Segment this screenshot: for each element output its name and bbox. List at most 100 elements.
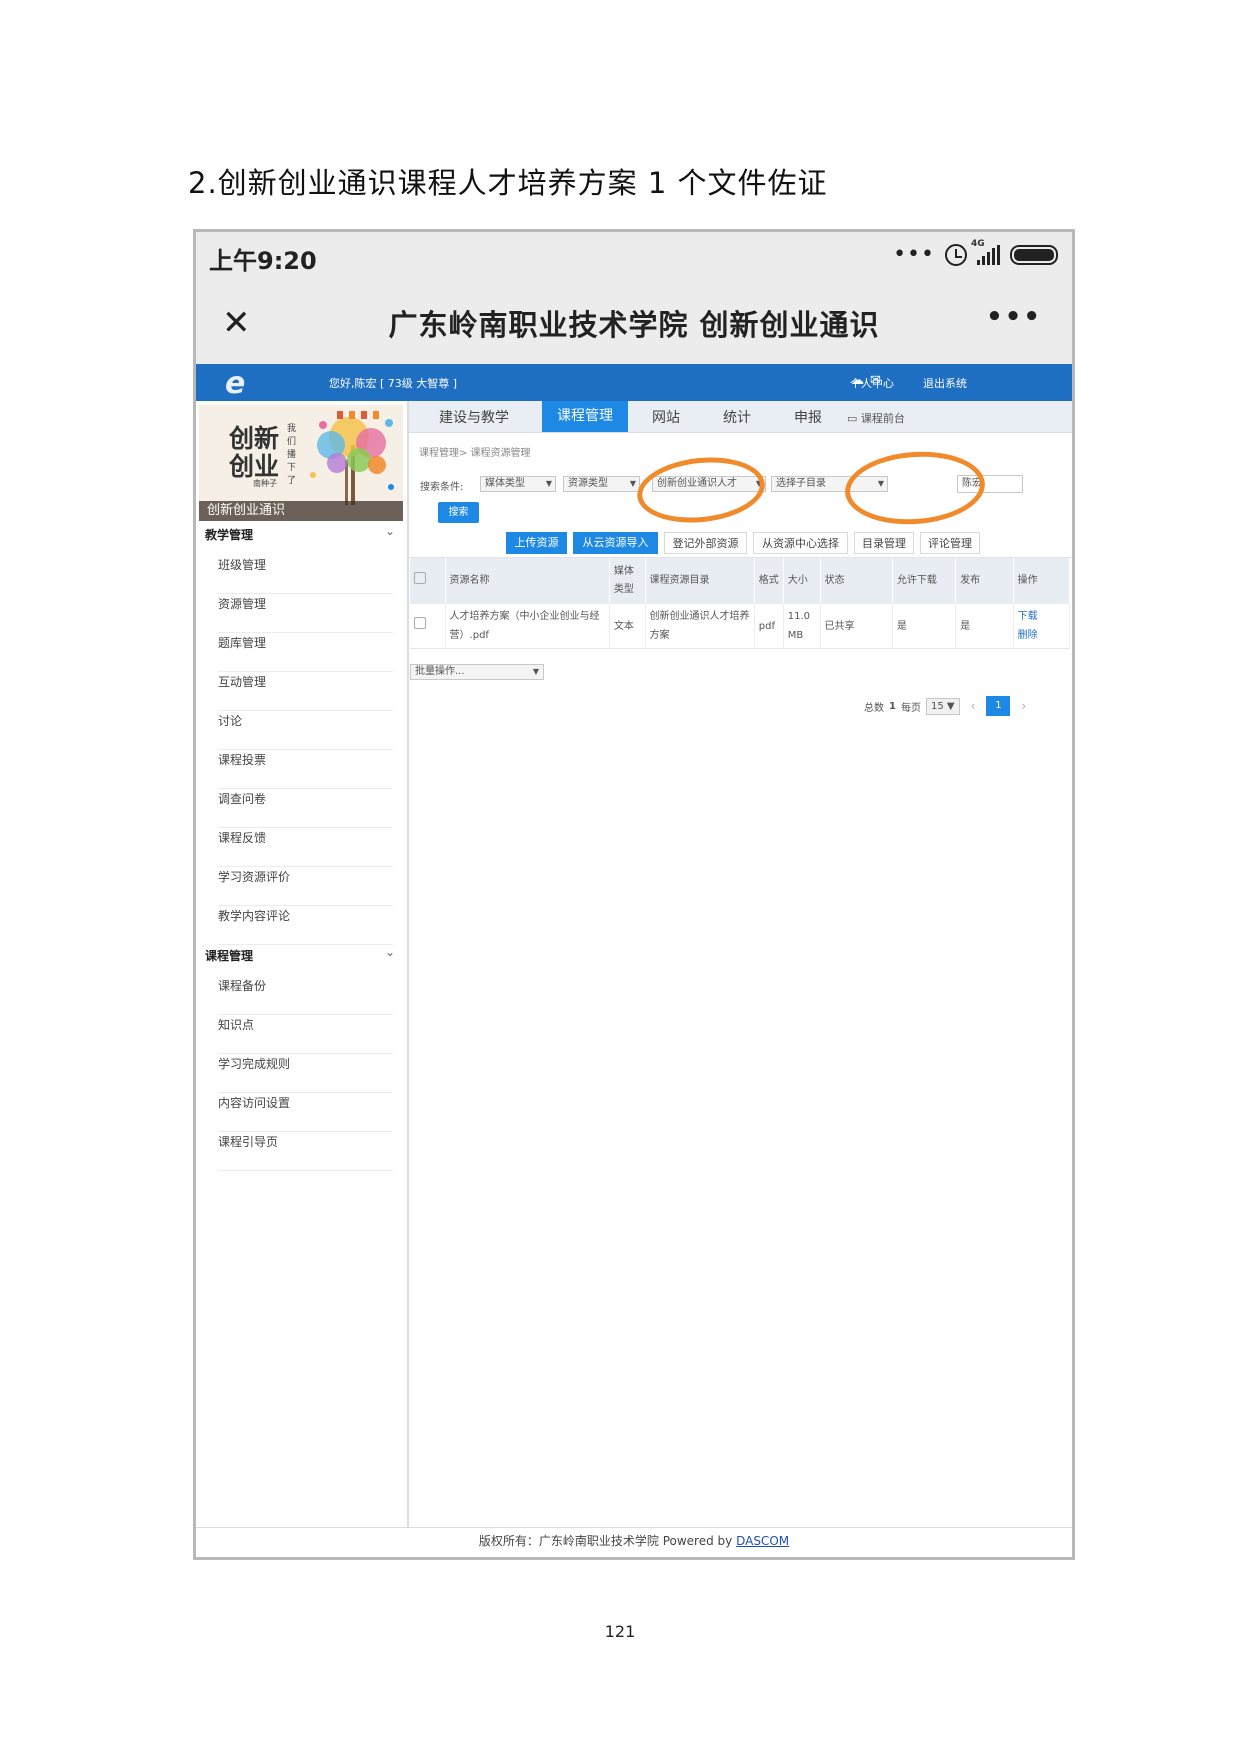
chevron-down-icon[interactable]: ⌄ [385,524,395,538]
search-button[interactable]: 搜索 [438,502,479,523]
sidebar-item-survey[interactable]: 调查问卷 [218,789,393,828]
tab-website[interactable]: 网站 [652,407,680,427]
total-label: 总数 [864,702,884,714]
banner-slogan: 我们播下了 [287,424,297,486]
status-time: 上午9:20 [209,247,317,275]
select-value: 选择子目录 [776,478,826,489]
tab-build-teach[interactable]: 建设与教学 [439,407,509,427]
main-content: 建设与教学 课程管理 网站 统计 申报 ▭ 课程前台 课程管理> 课程资源管理 … [409,401,1072,1527]
header-publish[interactable]: 发布 [955,558,1014,604]
search-label: 搜索条件: [420,482,464,493]
app-title: 广东岭南职业技术学院 创新创业通识 [388,308,880,342]
section-teaching-management[interactable]: 教学管理 ⌄ [205,524,395,543]
user-greeting: 您好,陈宏 [ 73级 大智尊 ] [329,377,458,390]
section-title: 课程管理 [205,949,254,963]
site-logo-icon[interactable]: e [225,366,245,401]
row-checkbox[interactable] [410,604,446,649]
cell-publish: 是 [955,604,1014,649]
select-from-center-button[interactable]: 从资源中心选择 [753,532,848,554]
course-front-label: 课程前台 [860,412,905,425]
section-course-management[interactable]: 课程管理 ⌄ [205,945,395,964]
banner-slogan-2: 南种子 [253,479,277,488]
sidebar-item-resource-management[interactable]: 资源管理 [218,594,393,633]
more-menu-icon[interactable]: ••• [986,302,1042,332]
signal-icon: 4G [971,239,1000,265]
checkbox[interactable] [414,616,426,629]
sidebar-item-course-backup[interactable]: 课程备份 [218,976,393,1015]
sidebar-item-class-management[interactable]: 班级管理 [218,555,393,594]
breadcrumb: 课程管理> 课程资源管理 [419,448,531,459]
tab-statistics[interactable]: 统计 [723,407,751,427]
comment-manage-button[interactable]: 评论管理 [920,532,980,554]
upload-resource-button[interactable]: 上传资源 [506,532,567,554]
cell-format: pdf [754,604,784,649]
select-value: 媒体类型 [485,478,525,489]
catalog-manage-button[interactable]: 目录管理 [854,532,914,554]
caret-down-icon: ▼ [629,479,636,488]
cell-catalog: 创新创业通识人才培养方案 [645,604,755,649]
personal-center-link[interactable]: 个人中心 [850,375,894,391]
site-header: e 您好,陈宏 [ 73级 大智尊 ] ☁✉ 个人中心 退出系统 [196,364,1072,401]
prev-page-icon[interactable]: ‹ [965,699,982,713]
header-media-type: 媒体类型 [609,558,646,604]
monitor-icon: ▭ [847,412,861,425]
course-front-link[interactable]: ▭ 课程前台 [847,410,905,426]
checkbox[interactable] [414,571,426,584]
sidebar-item-course-vote[interactable]: 课程投票 [218,750,393,789]
sidebar-item-completion-rules[interactable]: 学习完成规则 [218,1054,393,1093]
chevron-down-icon[interactable]: ⌄ [385,945,395,959]
header-status: 状态 [820,558,893,604]
page-number: 121 [604,1622,636,1641]
resource-type-select[interactable]: 资源类型 ▼ [563,476,640,492]
tab-declare[interactable]: 申报 [794,407,822,427]
sidebar-item-knowledge-points[interactable]: 知识点 [218,1015,393,1054]
app-title-bar: ✕ 广东岭南职业技术学院 创新创业通识 ••• [196,284,1072,364]
course-banner: 创新 创业 我们播下了 南种子 创新创业通识 [199,405,403,521]
document-heading: 2.创新创业通识课程人才培养方案 1 个文件佐证 [188,166,828,200]
section-title: 教学管理 [205,528,254,542]
cloud-import-button[interactable]: 从云资源导入 [573,532,658,554]
sidebar: 创新 创业 我们播下了 南种子 创新创业通识 教学管理 ⌄ 班级管理 资源管理 … [196,401,409,1527]
batch-operation-select[interactable]: 批量操作... ▼ [410,664,544,680]
sidebar-item-question-bank[interactable]: 题库管理 [218,633,393,672]
per-page-select[interactable]: 15 ▼ [925,697,960,715]
total-count: 1 [889,700,896,712]
sidebar-item-guide-page[interactable]: 课程引导页 [218,1132,393,1171]
header-name[interactable]: 资源名称 [445,558,610,604]
highlight-circle-catalog [634,451,768,529]
sidebar-item-interaction[interactable]: 互动管理 [218,672,393,711]
register-external-button[interactable]: 登记外部资源 [664,532,747,554]
sidebar-item-content-comments[interactable]: 教学内容评论 [218,906,393,945]
footer-text: 版权所有：广东岭南职业技术学院 Powered by [478,1534,733,1548]
cell-status: 已共享 [820,604,893,649]
top-tabs: 建设与教学 课程管理 网站 统计 申报 ▭ 课程前台 [409,401,1072,433]
resource-table: 资源名称 媒体类型 课程资源目录 格式 大小 状态 允许下载 发布 操作 人才培… [410,558,1071,649]
status-icons: ••• 4G [893,239,1058,267]
table-row: 人才培养方案（中小企业创业与经营）.pdf 文本 创新创业通识人才培养方案 pd… [410,604,1071,649]
next-page-icon[interactable]: › [1015,699,1032,713]
highlight-circle-keyword [842,447,988,529]
footer-brand-link[interactable]: DASCOM [736,1534,789,1548]
download-link[interactable]: 下载 [1018,607,1065,626]
pagination: 总数 1 每页 15 ▼ ‹ 1 › [864,696,1032,716]
per-page-label: 每页 [900,702,921,714]
header-checkbox[interactable] [410,558,446,604]
sidebar-item-access-settings[interactable]: 内容访问设置 [218,1093,393,1132]
tab-course-management[interactable]: 课程管理 [542,401,628,432]
sidebar-item-discussion[interactable]: 讨论 [218,711,393,750]
sidebar-item-resource-evaluation[interactable]: 学习资源评价 [218,867,393,906]
delete-link[interactable]: 删除 [1018,626,1065,645]
battery-icon [1010,244,1058,265]
media-type-select[interactable]: 媒体类型 ▼ [480,476,556,492]
caret-down-icon: ▼ [532,667,539,676]
site-footer: 版权所有：广东岭南职业技术学院 Powered by DASCOM [196,1527,1072,1557]
banner-caption: 创新创业通识 [199,501,403,521]
current-page-button[interactable]: 1 [986,696,1011,716]
resource-name-link[interactable]: 人才培养方案（中小企业创业与经营）.pdf [445,604,610,649]
per-page-value: 15 [930,700,944,712]
logout-link[interactable]: 退出系统 [923,375,967,391]
header-size[interactable]: 大小 [783,558,821,604]
sidebar-item-feedback[interactable]: 课程反馈 [218,828,393,867]
cell-size: 11.0 MB [783,604,821,649]
header-operation: 操作 [1013,558,1071,604]
